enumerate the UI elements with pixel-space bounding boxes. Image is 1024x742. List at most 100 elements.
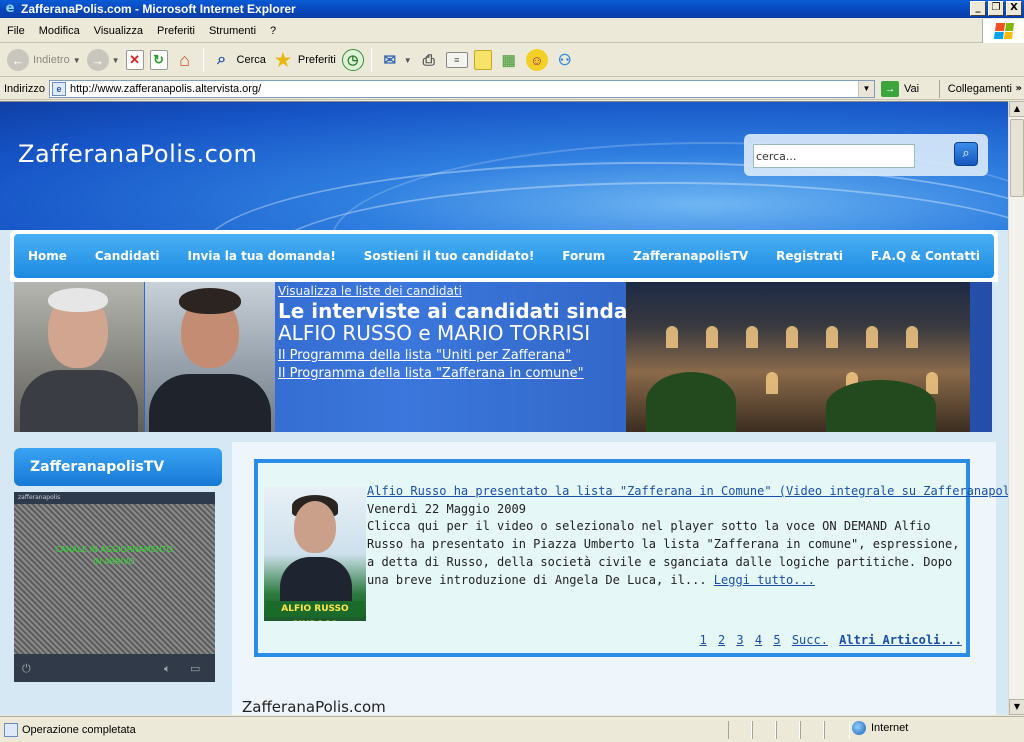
menu-help[interactable]: ?	[263, 25, 283, 37]
stop-icon: ✕	[125, 50, 144, 70]
toolbar: ← Indietro ▼ → ▼ ✕ ↻ ⌂ ⌕ Cerca ★ Preferi…	[0, 44, 1024, 77]
read-more-link[interactable]: Leggi tutto...	[714, 573, 815, 587]
nav-sostieni-candidato[interactable]: Sostieni il tuo candidato!	[364, 249, 535, 263]
window-light	[906, 326, 918, 348]
page-1-link[interactable]: 1	[699, 633, 706, 647]
messenger-people-icon: ⚇	[557, 52, 572, 69]
tv-header: zafferanapolis	[14, 492, 215, 504]
scroll-down-arrow-icon[interactable]: ▼	[1009, 699, 1024, 715]
refresh-button[interactable]: ↻	[147, 46, 171, 74]
links-chevron-icon[interactable]: »	[1016, 83, 1022, 94]
banner-lists-link[interactable]: Visualizza le liste dei candidati	[278, 284, 653, 298]
nav-home[interactable]: Home	[28, 249, 67, 263]
nav-container: Home Candidati Invia la tua domanda! Sos…	[10, 230, 998, 282]
page-status-icon	[4, 722, 18, 737]
back-button[interactable]: ← Indietro ▼	[4, 46, 84, 74]
article-title-link[interactable]: Alfio Russo ha presentato la lista "Zaff…	[367, 484, 1008, 498]
messenger-smiley-button[interactable]: ☺	[523, 46, 551, 74]
nav-registrati[interactable]: Registrati	[776, 249, 843, 263]
status-cell	[752, 721, 776, 739]
banner-program-link-2[interactable]: Il Programma della lista "Zafferana in c…	[278, 366, 653, 381]
nav-forum[interactable]: Forum	[562, 249, 605, 263]
search-input[interactable]	[753, 144, 915, 168]
print-button[interactable]: ⎙	[415, 46, 443, 74]
address-label: Indirizzo	[4, 82, 45, 95]
nav-zafferanapolistv[interactable]: ZafferanapolisTV	[633, 249, 748, 263]
address-input[interactable]: e http://www.zafferanapolis.altervista.o…	[48, 79, 875, 98]
banner-headline[interactable]: Le interviste ai candidati sindaco	[278, 300, 653, 322]
menu-preferiti[interactable]: Preferiti	[150, 25, 202, 37]
refresh-icon: ↻	[149, 50, 168, 70]
favorites-button[interactable]: ★ Preferiti	[269, 46, 339, 74]
hair-shape	[179, 288, 241, 314]
links-toolbar[interactable]: Collegamenti	[938, 79, 1012, 98]
tv-power-icon[interactable]: ⏻	[22, 662, 31, 676]
nav-candidati[interactable]: Candidati	[95, 249, 160, 263]
tv-screen[interactable]: CANALE IN AGGIORNAMENTO IN ARRIVO	[14, 504, 215, 654]
address-bar: Indirizzo e http://www.zafferanapolis.al…	[0, 78, 1024, 100]
stop-button[interactable]: ✕	[123, 46, 147, 74]
minimize-button[interactable]: _	[970, 1, 986, 16]
chevron-down-icon[interactable]: ▼	[73, 56, 81, 65]
sidebar-tv-title[interactable]: ZafferanapolisTV	[14, 448, 222, 486]
home-button[interactable]: ⌂	[171, 46, 199, 74]
vertical-scrollbar[interactable]: ▲ ▼	[1008, 101, 1024, 715]
mail-button[interactable]: ✉ ▼	[376, 46, 415, 74]
tv-player[interactable]: zafferanapolis CANALE IN AGGIORNAMENTO I…	[14, 492, 215, 682]
search-label: Cerca	[236, 54, 266, 66]
next-page-link[interactable]: Succ.	[792, 633, 828, 647]
security-zone[interactable]: Internet	[852, 721, 908, 735]
scroll-thumb[interactable]	[1010, 119, 1024, 197]
nav-faq-contatti[interactable]: F.A.Q & Contatti	[871, 249, 980, 263]
tv-volume-icon[interactable]: 🔈︎	[164, 662, 171, 676]
page-3-link[interactable]: 3	[736, 633, 743, 647]
menu-file[interactable]: File	[0, 25, 32, 37]
maximize-button[interactable]: ❐	[988, 1, 1004, 16]
close-button[interactable]: X	[1006, 1, 1022, 16]
candidate-photo-2[interactable]	[145, 282, 275, 432]
footer-title: ZafferanaPolis.com	[242, 698, 386, 715]
face-shape	[294, 501, 336, 553]
window-controls: _ ❐ X	[970, 1, 1022, 16]
edit-page-icon: ≡	[445, 52, 468, 68]
thumbnail-caption: ALFIO RUSSO SINDACO	[266, 601, 364, 621]
title-bar: e ZafferanaPolis.com - Microsoft Interne…	[0, 0, 1024, 18]
messenger-button[interactable]: ⚇	[551, 46, 579, 74]
article-text: Clicca qui per il video o selezionalo ne…	[367, 519, 960, 587]
window-light	[786, 326, 798, 348]
banner-program-link-1[interactable]: Il Programma della lista "Uniti per Zaff…	[278, 348, 653, 363]
page-2-link[interactable]: 2	[718, 633, 725, 647]
site-title[interactable]: ZafferanaPolis.com	[18, 140, 257, 168]
windows-logo	[982, 19, 1024, 43]
edit-button[interactable]: ≡	[443, 46, 471, 74]
forward-button[interactable]: → ▼	[84, 46, 123, 74]
notes-button[interactable]	[471, 46, 495, 74]
scroll-up-arrow-icon[interactable]: ▲	[1009, 101, 1024, 117]
status-cell	[800, 721, 824, 739]
go-button[interactable]: → Vai	[880, 80, 919, 97]
suit-shape	[20, 370, 138, 432]
address-dropdown-chevron-icon[interactable]: ▼	[857, 80, 874, 97]
menu-strumenti[interactable]: Strumenti	[202, 25, 263, 37]
other-articles-link[interactable]: Altri Articoli...	[839, 633, 962, 647]
search-submit-button[interactable]: ⌕	[954, 142, 978, 166]
chevron-down-icon[interactable]: ▼	[112, 56, 120, 65]
window-light	[746, 326, 758, 348]
menu-modifica[interactable]: Modifica	[32, 25, 87, 37]
article-thumbnail[interactable]: ALFIO RUSSO SINDACO	[264, 487, 366, 621]
status-cell	[776, 721, 800, 739]
chevron-down-icon[interactable]: ▼	[404, 56, 412, 65]
history-button[interactable]: ◷	[339, 46, 367, 74]
toolbar-separator	[202, 48, 204, 72]
banner-names[interactable]: ALFIO RUSSO e MARIO TORRISI	[278, 322, 653, 344]
favorites-label: Preferiti	[297, 54, 336, 66]
printer-icon: ⎙	[422, 51, 435, 69]
page-5-link[interactable]: 5	[773, 633, 780, 647]
research-button[interactable]: ▦	[495, 46, 523, 74]
tv-fullscreen-icon[interactable]: ▭	[190, 662, 200, 675]
menu-visualizza[interactable]: Visualizza	[87, 25, 150, 37]
search-button[interactable]: ⌕ Cerca	[208, 46, 269, 74]
page-4-link[interactable]: 4	[755, 633, 762, 647]
candidate-photo-1[interactable]	[14, 282, 144, 432]
nav-invia-domanda[interactable]: Invia la tua domanda!	[188, 249, 336, 263]
